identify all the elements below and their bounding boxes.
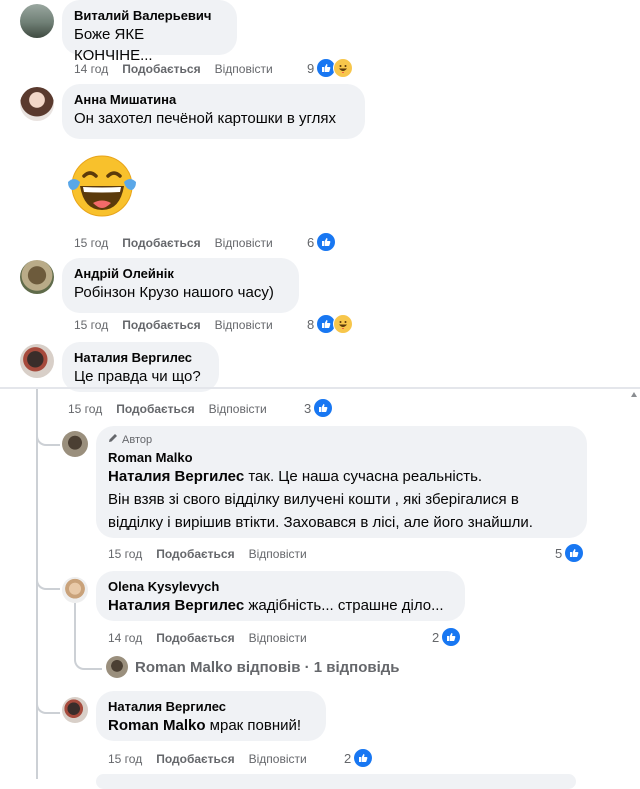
like-icon bbox=[353, 748, 374, 768]
reply-author[interactable]: Наталия Вергилес bbox=[108, 698, 314, 715]
comment-bubble: Андрій Олейнік Робінзон Крузо нашого час… bbox=[62, 258, 299, 313]
reaction-count[interactable]: 3 bbox=[304, 398, 334, 418]
reply-bubble: Автор Roman Malko Наталия Вергилес так. … bbox=[96, 426, 587, 538]
reply-text: Roman Malko мрак повний! bbox=[108, 715, 314, 736]
thread-line bbox=[74, 603, 76, 653]
like-icon bbox=[316, 232, 337, 252]
reply-button[interactable]: Відповісти bbox=[215, 62, 273, 76]
comment-author[interactable]: Виталий Валерьевич bbox=[74, 7, 225, 24]
like-button[interactable]: Подобається bbox=[156, 752, 234, 766]
like-button[interactable]: Подобається bbox=[122, 318, 200, 332]
reply-meta: 15 год Подобається Відповісти bbox=[108, 751, 321, 767]
reply-button[interactable]: Відповісти bbox=[249, 752, 307, 766]
comment-author[interactable]: Анна Мишатина bbox=[74, 91, 353, 108]
comment-text: Це правда чи що? bbox=[74, 368, 201, 385]
reaction-count-value: 5 bbox=[555, 545, 563, 561]
avatar[interactable] bbox=[20, 344, 54, 378]
avatar[interactable] bbox=[106, 656, 128, 678]
like-button[interactable]: Подобається bbox=[156, 631, 234, 645]
comment-author[interactable]: Наталия Вергилес bbox=[74, 349, 207, 366]
avatar[interactable] bbox=[20, 4, 54, 38]
reply-text-body: мрак повний! bbox=[205, 717, 302, 734]
like-button[interactable]: Подобається bbox=[156, 547, 234, 561]
mention-link[interactable]: Наталия Вергилес bbox=[108, 468, 244, 485]
comment-author[interactable]: Андрій Олейнік bbox=[74, 265, 287, 282]
reply-text: Наталия Вергилес так. Це наша сучасна ре… bbox=[108, 466, 575, 487]
reply-text: Наталия Вергилес жадібність... страшне д… bbox=[108, 595, 453, 616]
comment-bubble: Виталий Валерьевич Боже ЯКЕ КОНЧІНЕ... bbox=[62, 0, 237, 64]
reply-time[interactable]: 15 год bbox=[108, 547, 142, 561]
reply-meta: 14 год Подобається Відповісти bbox=[108, 630, 321, 646]
thread-connector bbox=[36, 560, 60, 590]
mention-link[interactable]: Наталия Вергилес bbox=[108, 597, 244, 614]
comment-meta: 15 год Подобається Відповісти bbox=[74, 317, 287, 333]
reaction-count[interactable]: 8 bbox=[307, 314, 354, 334]
comment-time[interactable]: 15 год bbox=[74, 236, 108, 250]
haha-icon bbox=[333, 58, 354, 78]
reply-time[interactable]: 15 год bbox=[108, 752, 142, 766]
reaction-count[interactable]: 2 bbox=[344, 748, 374, 768]
avatar[interactable] bbox=[20, 260, 54, 294]
reaction-count-value: 2 bbox=[344, 750, 352, 766]
like-icon bbox=[564, 543, 585, 563]
avatar[interactable] bbox=[20, 87, 54, 121]
reply-bubble: Наталия Вергилес Roman Malko мрак повний… bbox=[96, 691, 326, 741]
next-reply-bubble bbox=[96, 774, 576, 789]
reply-button[interactable]: Відповісти bbox=[209, 402, 267, 416]
mention-link[interactable]: Roman Malko bbox=[108, 717, 206, 734]
reaction-count[interactable]: 2 bbox=[432, 627, 462, 647]
pencil-icon bbox=[108, 433, 118, 447]
comment-text: Он захотел печёной картошки в углях bbox=[74, 110, 337, 127]
comment-meta: 15 год Подобається Відповісти bbox=[68, 401, 281, 417]
reaction-count-value: 8 bbox=[307, 316, 315, 332]
like-button[interactable]: Подобається bbox=[116, 402, 194, 416]
reaction-count-value: 2 bbox=[432, 629, 440, 645]
reply-button[interactable]: Відповісти bbox=[215, 318, 273, 332]
comment-meta: 15 год Подобається Відповісти bbox=[74, 235, 287, 251]
avatar[interactable] bbox=[62, 697, 88, 723]
reply-text-body: так. Це наша сучасна реальність. bbox=[244, 468, 483, 485]
thread-connector bbox=[36, 688, 60, 714]
comment-bubble: Анна Мишатина Он захотел печёной картошк… bbox=[62, 84, 365, 139]
avatar[interactable] bbox=[62, 431, 88, 457]
comment-bubble: Наталия Вергилес Це правда чи що? bbox=[62, 342, 219, 392]
reply-time[interactable]: 14 год bbox=[108, 631, 142, 645]
reaction-count[interactable]: 6 bbox=[307, 232, 337, 252]
reply-text-body: жадібність... страшне діло... bbox=[244, 597, 444, 614]
reply-button[interactable]: Відповісти bbox=[215, 236, 273, 250]
comment-text: Робінзон Крузо нашого часу) bbox=[74, 284, 274, 301]
view-replies-link[interactable]: Roman Malko відповів · 1 відповідь bbox=[135, 659, 400, 677]
reaction-count[interactable]: 9 bbox=[307, 58, 354, 78]
comment-time[interactable]: 14 год bbox=[74, 62, 108, 76]
comment-time[interactable]: 15 год bbox=[74, 318, 108, 332]
laughing-tears-emoji bbox=[66, 152, 138, 220]
reply-author[interactable]: Roman Malko bbox=[108, 449, 575, 466]
comment-meta: 14 год Подобається Відповісти bbox=[74, 61, 287, 77]
reply-author[interactable]: Olena Kysylevych bbox=[108, 578, 453, 595]
haha-icon bbox=[333, 314, 354, 334]
reaction-count-value: 3 bbox=[304, 400, 312, 416]
author-badge: Автор bbox=[108, 433, 575, 447]
like-button[interactable]: Подобається bbox=[122, 62, 200, 76]
reply-text-line: Він взяв зі свого відділку вилучені кошт… bbox=[108, 491, 519, 508]
thread-connector bbox=[36, 420, 60, 446]
reaction-count[interactable]: 5 bbox=[555, 543, 585, 563]
reaction-count-value: 9 bbox=[307, 60, 315, 76]
comment-time[interactable]: 15 год bbox=[68, 402, 102, 416]
author-badge-label: Автор bbox=[122, 434, 153, 446]
avatar[interactable] bbox=[62, 577, 88, 603]
like-icon bbox=[441, 627, 462, 647]
comment-text: Боже ЯКЕ КОНЧІНЕ... bbox=[74, 26, 153, 64]
reply-text-line: відділку і вирішив втікти. Заховався в л… bbox=[108, 514, 533, 531]
reply-bubble: Olena Kysylevych Наталия Вергилес жадібн… bbox=[96, 571, 465, 621]
reply-button[interactable]: Відповісти bbox=[249, 631, 307, 645]
reaction-count-value: 6 bbox=[307, 234, 315, 250]
scroll-up-arrow[interactable] bbox=[630, 389, 638, 407]
thread-connector bbox=[74, 648, 102, 670]
like-button[interactable]: Подобається bbox=[122, 236, 200, 250]
reply-button[interactable]: Відповісти bbox=[249, 547, 307, 561]
reply-meta: 15 год Подобається Відповісти bbox=[108, 546, 321, 562]
like-icon bbox=[313, 398, 334, 418]
screenshot-divider bbox=[0, 387, 640, 389]
